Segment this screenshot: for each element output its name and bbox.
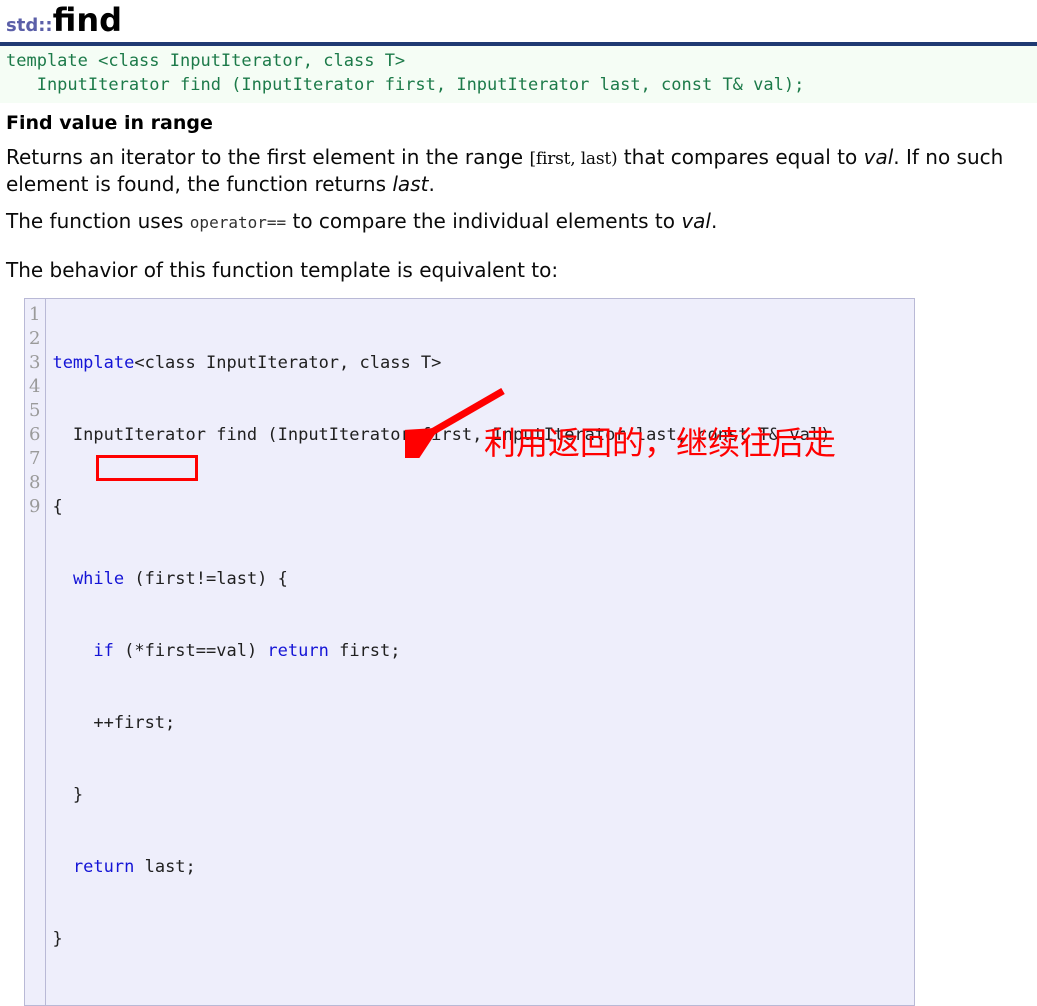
code-line-7-text: } — [52, 784, 84, 805]
line-number: 4 — [29, 375, 41, 397]
para2-part-b: to compare the individual elements to — [286, 208, 682, 233]
para1-val-em: val — [863, 144, 894, 169]
code-line: template<class InputIterator, class T> — [52, 351, 914, 375]
code-line: } — [52, 927, 914, 951]
line-number: 6 — [29, 423, 41, 445]
code-line-5-kw2: return — [267, 640, 329, 661]
line-number: 2 — [29, 327, 41, 349]
code-line-5-ind — [52, 641, 93, 661]
para1-last-em: last — [392, 171, 429, 196]
code-line-3-text: { — [52, 496, 63, 517]
line-number: 3 — [29, 351, 41, 373]
code-line-4-kw: while — [72, 568, 125, 589]
code-line: ++first; — [52, 711, 914, 735]
code-line-9-text: } — [52, 928, 63, 949]
prototype-line-2: InputIterator find (InputIterator first,… — [6, 75, 805, 96]
code-line-8-ind — [52, 857, 72, 877]
para2-part-c: . — [710, 208, 718, 233]
para2-operator-code: operator== — [189, 212, 287, 232]
line-number: 9 — [29, 495, 41, 517]
para1-part-a: Returns an iterator to the first element… — [6, 144, 530, 169]
code-line-numbers: 1 2 3 4 5 6 7 8 9 — [25, 298, 47, 1005]
code-line-5-mid: (*first==val) — [113, 640, 268, 661]
para2-val-em: val — [681, 208, 711, 233]
function-prototype: template <class InputIterator, class T> … — [0, 45, 1037, 103]
line-number: 8 — [29, 471, 41, 493]
code-line: { — [52, 495, 914, 519]
title-function-name: find — [52, 1, 123, 39]
prototype-line-1: template <class InputIterator, class T> — [6, 50, 406, 71]
code-line: } — [52, 783, 914, 807]
page-header: std::find — [0, 0, 1037, 38]
para1-part-b: that compares equal to — [617, 144, 864, 169]
para2-part-a: The function uses — [6, 208, 190, 233]
para1-range-code: [first, last) — [529, 148, 618, 169]
chinese-annotation-note: 利用返回的，继续往后走 — [484, 424, 837, 462]
para1-part-d: . — [428, 171, 435, 196]
code-line: while (first!=last) { — [52, 567, 914, 591]
code-source-text[interactable]: template<class InputIterator, class T> I… — [46, 299, 914, 1005]
code-line-4-rest: (first!=last) { — [124, 568, 288, 589]
code-line: if (*first==val) return first; — [52, 639, 914, 663]
title-namespace: std:: — [6, 15, 53, 36]
code-line-5-rest: first; — [328, 640, 401, 661]
section-heading: Find value in range — [6, 111, 213, 134]
code-line-5-kw: if — [93, 640, 114, 661]
code-line-1-rest: <class InputIterator, class T> — [134, 352, 442, 373]
code-line-4-ind — [52, 569, 72, 589]
page-title: std::find — [6, 1, 1037, 39]
code-line-6-text: ++first; — [52, 712, 176, 733]
code-line: return last; — [52, 855, 914, 879]
code-line-8-kw: return — [72, 856, 135, 877]
line-number: 5 — [29, 399, 41, 421]
line-number: 7 — [29, 447, 41, 469]
paragraph-returns: Returns an iterator to the first element… — [6, 144, 1037, 198]
paragraph-operator: The function uses operator== to compare … — [6, 208, 1037, 235]
code-line-1-kw: template — [52, 352, 135, 373]
line-number: 1 — [29, 303, 41, 325]
code-line-8-rest: last; — [134, 856, 196, 877]
paragraph-behavior: The behavior of this function template i… — [6, 257, 559, 282]
code-sample-block: 1 2 3 4 5 6 7 8 9 template<class InputIt… — [24, 297, 915, 1006]
